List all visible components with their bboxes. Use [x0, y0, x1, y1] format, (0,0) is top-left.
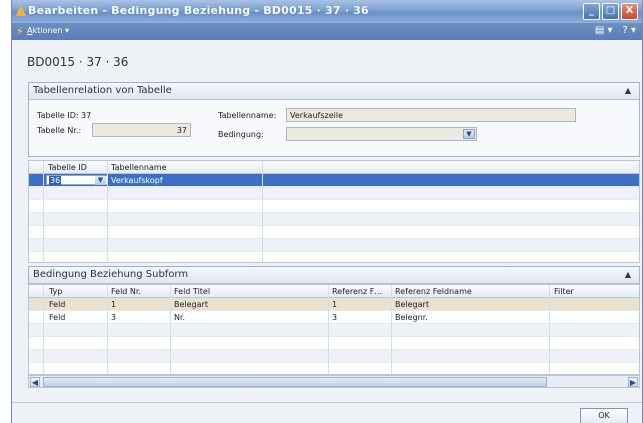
minimize-button[interactable]: _	[583, 3, 600, 20]
referenz-feldname-cell: Belegnr.	[395, 313, 428, 322]
referenz-feldname-cell: Belegart	[395, 300, 429, 309]
section-header[interactable]: Tabellenrelation von Tabelle ▲	[29, 83, 639, 100]
chevron-down-icon[interactable]: ▼	[463, 129, 475, 139]
referenz-f-cell: 3	[332, 313, 338, 322]
action-bar: ⚡ Aktionen ▾ ▤ ▾ ? ▾	[12, 23, 642, 40]
grid-header: Tabelle ID Tabellenname	[29, 161, 639, 174]
column-divider	[549, 285, 550, 374]
section-title: Bedingung Beziehung Subform	[33, 269, 189, 280]
tabellenname-label: Tabellenname:	[218, 111, 277, 120]
typ-cell: Feld	[49, 313, 66, 322]
section-tabellenrelation: Tabellenrelation von Tabelle ▲ Tabelle I…	[28, 82, 640, 157]
col-header-tabelle-id[interactable]: Tabelle ID	[48, 163, 87, 172]
table-row[interactable]	[29, 324, 639, 337]
table-row[interactable]	[29, 350, 639, 363]
tabelle-grid: Tabelle ID Tabellenname 36 ▼ Verkaufskop…	[28, 160, 640, 263]
window-title: Bearbeiten - Bedingung Beziehung - BD001…	[28, 4, 369, 17]
collapse-icon[interactable]: ▲	[625, 270, 631, 279]
actions-menu[interactable]: Aktionen ▾	[27, 26, 69, 35]
col-header-feld-titel[interactable]: Feld Titel	[174, 287, 210, 296]
col-header-tabellenname[interactable]: Tabellenname	[111, 163, 167, 172]
feld-titel-cell: Belegart	[174, 300, 208, 309]
table-row[interactable]	[29, 239, 639, 252]
footer-divider	[12, 402, 642, 403]
scroll-right-icon[interactable]: ▶	[628, 377, 638, 387]
scrollbar-thumb[interactable]	[43, 377, 547, 387]
table-row[interactable]: Feld 3 Nr. 3 Belegnr.	[29, 311, 639, 324]
feld-nr-cell: 3	[111, 313, 117, 322]
referenz-f-cell: 1	[332, 300, 338, 309]
tabelle-id-label: Tabelle ID:	[37, 111, 79, 120]
col-header-filter[interactable]: Filter	[554, 287, 574, 296]
column-divider	[107, 161, 108, 262]
dialog-window: Bearbeiten - Bedingung Beziehung - BD001…	[11, 0, 643, 423]
column-divider	[391, 285, 392, 374]
table-row[interactable]	[29, 226, 639, 239]
column-divider	[262, 161, 263, 262]
feld-titel-cell: Nr.	[174, 313, 186, 322]
column-divider	[170, 285, 171, 374]
tabelle-id-value: 37	[81, 111, 92, 120]
section-title: Tabellenrelation von Tabelle	[33, 85, 172, 96]
horizontal-scrollbar[interactable]: ◀ ▶	[28, 375, 640, 388]
help-icon[interactable]: ? ▾	[622, 25, 636, 36]
bedingung-select[interactable]: ▼	[286, 127, 477, 141]
close-button[interactable]: X	[621, 3, 638, 20]
row-selector-divider	[43, 161, 44, 262]
actions-label: ktionen	[32, 26, 63, 35]
tabelle-nr-label: Tabelle Nr.:	[37, 126, 82, 135]
title-bar: Bearbeiten - Bedingung Beziehung - BD001…	[12, 0, 642, 23]
table-row[interactable]	[29, 213, 639, 226]
feld-nr-cell: 1	[111, 300, 117, 309]
lightning-icon: ⚡	[16, 25, 24, 38]
record-title: BD0015 · 37 · 36	[27, 55, 129, 69]
tabellenname-field[interactable]: Verkaufszeile	[286, 108, 576, 122]
chevron-down-icon: ▾	[64, 26, 69, 35]
column-divider	[107, 285, 108, 374]
app-icon	[16, 5, 26, 16]
row-selector-divider	[43, 285, 44, 374]
chevron-down-icon[interactable]: ▼	[95, 176, 106, 185]
col-header-feld-nr[interactable]: Feld Nr.	[111, 287, 141, 296]
collapse-icon[interactable]: ▲	[625, 86, 631, 95]
scroll-left-icon[interactable]: ◀	[30, 377, 40, 387]
col-header-referenz-feldname[interactable]: Referenz Feldname	[395, 287, 472, 296]
table-row[interactable]: Feld 1 Belegart 1 Belegart	[29, 298, 639, 311]
table-row[interactable]	[29, 337, 639, 350]
bedingung-label: Bedingung:	[218, 130, 264, 139]
table-row[interactable]	[29, 200, 639, 213]
section-header[interactable]: Bedingung Beziehung Subform ▲	[29, 267, 639, 284]
bedingung-grid: Typ Feld Nr. Feld Titel Referenz F… Refe…	[28, 284, 640, 375]
col-header-referenz-f[interactable]: Referenz F…	[332, 287, 382, 296]
typ-cell: Feld	[49, 300, 66, 309]
col-header-typ[interactable]: Typ	[49, 287, 62, 296]
table-row[interactable]	[29, 363, 639, 374]
column-divider	[328, 285, 329, 374]
table-row-selected[interactable]: 36 ▼ Verkaufskopf	[29, 174, 639, 187]
tabellenname-cell: Verkaufskopf	[111, 176, 163, 185]
table-row[interactable]	[29, 187, 639, 200]
view-menu-icon[interactable]: ▤ ▾	[595, 25, 613, 36]
ok-button[interactable]: OK	[580, 408, 628, 423]
grid-header: Typ Feld Nr. Feld Titel Referenz F… Refe…	[29, 285, 639, 298]
tabelle-id-cell[interactable]: 36	[49, 176, 62, 185]
tabelle-nr-field[interactable]: 37	[92, 123, 191, 137]
maximize-button[interactable]: □	[602, 3, 619, 20]
